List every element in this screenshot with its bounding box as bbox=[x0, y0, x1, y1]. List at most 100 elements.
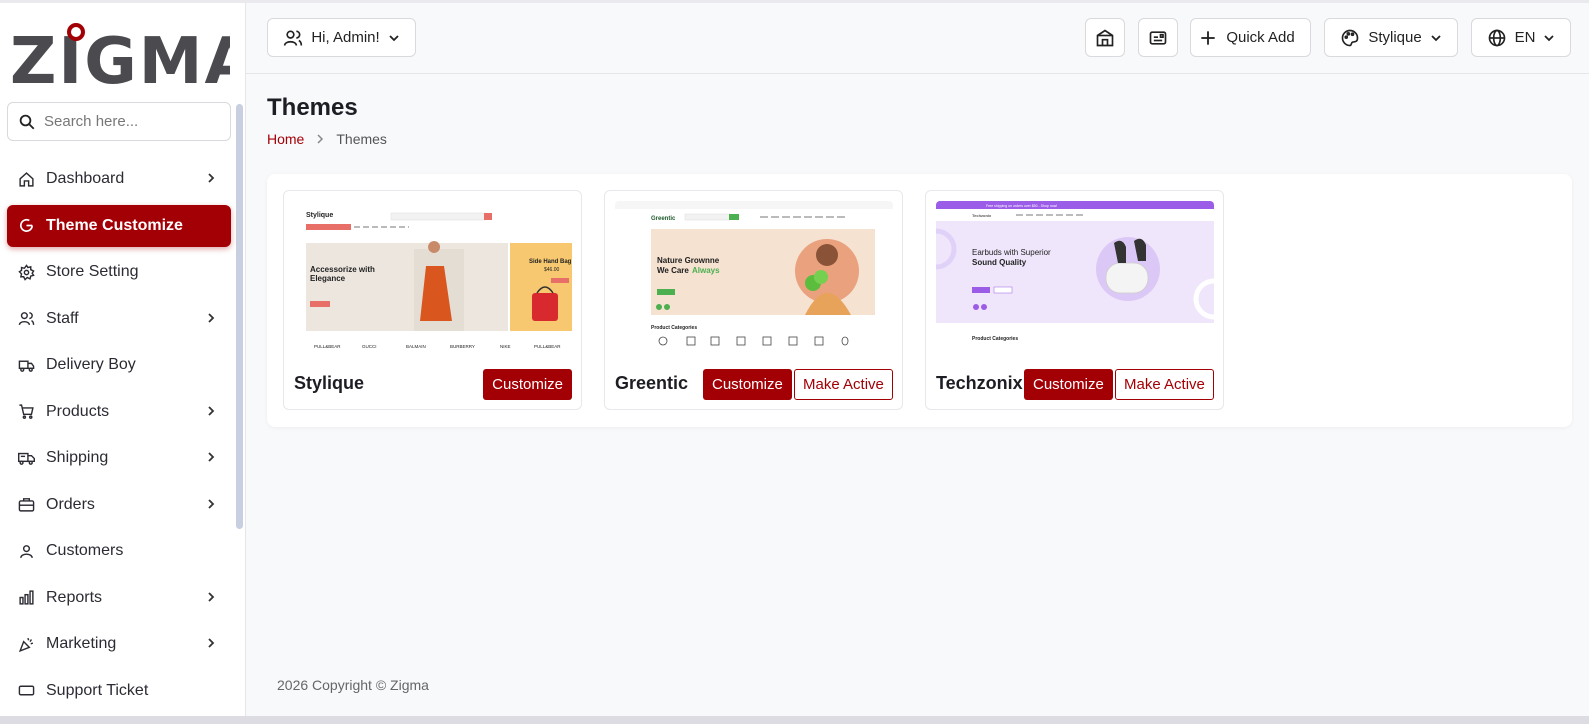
breadcrumb: Home Themes bbox=[267, 131, 387, 147]
svg-text:Elegance: Elegance bbox=[310, 274, 346, 283]
store-icon bbox=[1096, 28, 1114, 46]
chevron-down-icon bbox=[1544, 34, 1555, 41]
users-icon bbox=[18, 312, 35, 326]
sidebar-item-customers[interactable]: Customers bbox=[7, 530, 231, 572]
shipping-truck-icon bbox=[18, 452, 35, 465]
svg-text:$46.00: $46.00 bbox=[544, 267, 560, 273]
sidebar-item-label: Orders bbox=[46, 495, 95, 513]
sidebar-item-reports[interactable]: Reports bbox=[7, 577, 231, 619]
theme-select[interactable]: Stylique bbox=[1324, 18, 1458, 57]
theme-preview-techzonix[interactable]: Free shipping on orders over $50 - Shop … bbox=[936, 201, 1214, 351]
svg-text:Side Hand Bag: Side Hand Bag bbox=[529, 259, 572, 265]
sidebar-item-label: Reports bbox=[46, 588, 103, 606]
search-icon bbox=[19, 114, 35, 129]
svg-text:Nature Grownne: Nature Grownne bbox=[657, 256, 720, 265]
bar-chart-icon bbox=[19, 590, 34, 605]
sidebar-item-label: Marketing bbox=[46, 635, 117, 652]
refresh-icon bbox=[19, 219, 34, 232]
plus-icon bbox=[1201, 30, 1215, 45]
card-icon bbox=[1149, 30, 1167, 45]
svg-text:We Care: We Care bbox=[657, 266, 689, 275]
sidebar-item-label: Theme Customize bbox=[46, 216, 183, 234]
chevron-right-icon bbox=[208, 452, 215, 462]
cart-icon bbox=[19, 404, 34, 419]
cache-button[interactable] bbox=[1138, 18, 1178, 57]
gear-icon bbox=[18, 263, 35, 281]
theme-name: Stylique bbox=[294, 373, 365, 393]
page-title: Themes bbox=[267, 94, 358, 121]
make-active-button-techzonix[interactable]: Make Active bbox=[1115, 369, 1214, 400]
home-icon bbox=[19, 171, 34, 187]
globe-icon bbox=[1488, 29, 1505, 46]
sidebar-item-label: Shipping bbox=[46, 449, 109, 466]
sidebar-item-label: Products bbox=[46, 402, 110, 420]
zigma-logo[interactable]: ZIGMA bbox=[10, 23, 245, 99]
ticket-icon bbox=[18, 685, 35, 696]
user-icon bbox=[20, 544, 33, 558]
theme-card-greentic: Greentic Nature Grownne We Care Always P… bbox=[604, 190, 903, 410]
top-header: Hi, Admin! Quick Add Stylique EN bbox=[246, 3, 1589, 74]
svg-text:PULL&BEAR: PULL&BEAR bbox=[534, 344, 561, 349]
make-active-button-greentic[interactable]: Make Active bbox=[794, 369, 893, 400]
sidebar: ZIGMA Dashboard Theme Customize Store Se… bbox=[0, 3, 246, 716]
sidebar-item-marketing[interactable]: Marketing bbox=[7, 623, 231, 665]
svg-text:GUCCI: GUCCI bbox=[362, 344, 377, 349]
admin-greeting: Hi, Admin! bbox=[311, 29, 380, 46]
theme-preview-greentic[interactable]: Greentic Nature Grownne We Care Always P… bbox=[615, 201, 893, 351]
sidebar-scrollbar[interactable] bbox=[236, 104, 243, 529]
search-input[interactable] bbox=[44, 113, 224, 130]
themes-panel: Stylique Accessorize with Elegance Side … bbox=[267, 174, 1572, 427]
theme-name: Techzonix bbox=[936, 373, 1023, 393]
language-select[interactable]: EN bbox=[1471, 18, 1571, 57]
sidebar-item-label: Store Setting bbox=[46, 263, 139, 280]
sidebar-item-staff[interactable]: Staff bbox=[7, 298, 231, 340]
sidebar-item-products[interactable]: Products bbox=[7, 391, 231, 433]
chevron-down-icon bbox=[1431, 34, 1441, 41]
search-box[interactable] bbox=[7, 102, 231, 141]
sidebar-item-theme-customize[interactable]: Theme Customize bbox=[7, 204, 231, 247]
sidebar-item-orders[interactable]: Orders bbox=[7, 484, 231, 526]
sidebar-item-dashboard[interactable]: Dashboard bbox=[7, 158, 231, 200]
svg-text:PULL&BEAR: PULL&BEAR bbox=[314, 344, 341, 349]
store-button[interactable] bbox=[1085, 18, 1125, 57]
chevron-right-icon bbox=[208, 591, 215, 602]
svg-text:NIKE: NIKE bbox=[500, 344, 511, 349]
sidebar-item-support-ticket[interactable]: Support Ticket bbox=[7, 670, 231, 712]
svg-text:BURBERRY: BURBERRY bbox=[450, 344, 475, 349]
breadcrumb-current: Themes bbox=[336, 131, 387, 147]
customize-button-techzonix[interactable]: Customize bbox=[1024, 369, 1113, 400]
svg-text:Sound Quality: Sound Quality bbox=[972, 258, 1027, 267]
sidebar-item-store-setting[interactable]: Store Setting bbox=[7, 251, 231, 293]
svg-text:BALMAIN: BALMAIN bbox=[406, 344, 426, 349]
chevron-down-icon bbox=[389, 34, 399, 41]
chevron-right-icon bbox=[208, 173, 215, 183]
theme-select-value: Stylique bbox=[1368, 29, 1422, 46]
sidebar-item-shipping[interactable]: Shipping bbox=[7, 437, 231, 479]
palette-icon bbox=[1342, 29, 1359, 46]
sidebar-item-label: Staff bbox=[46, 309, 79, 327]
svg-text:Earbuds with Superior: Earbuds with Superior bbox=[972, 248, 1051, 257]
truck-icon bbox=[18, 360, 35, 372]
quick-add-label: Quick Add bbox=[1226, 29, 1295, 46]
svg-text:Techzonix: Techzonix bbox=[972, 213, 992, 218]
customize-button-greentic[interactable]: Customize bbox=[703, 369, 792, 400]
theme-preview-stylique[interactable]: Stylique Accessorize with Elegance Side … bbox=[294, 201, 572, 351]
svg-text:Always: Always bbox=[692, 266, 720, 275]
chevron-right-icon bbox=[208, 638, 215, 648]
breadcrumb-home-link[interactable]: Home bbox=[267, 131, 304, 147]
users-icon bbox=[284, 29, 303, 46]
theme-name: Greentic bbox=[615, 373, 689, 393]
admin-menu-button[interactable]: Hi, Admin! bbox=[267, 18, 416, 57]
sidebar-nav: Dashboard Theme Customize Store Setting … bbox=[7, 158, 231, 716]
copyright-footer: 2026 Copyright © Zigma bbox=[277, 677, 429, 693]
quick-add-button[interactable]: Quick Add bbox=[1190, 18, 1311, 57]
svg-text:Product Categories: Product Categories bbox=[972, 336, 1018, 342]
chevron-right-icon bbox=[208, 312, 215, 323]
sidebar-item-delivery-boy[interactable]: Delivery Boy bbox=[7, 344, 231, 386]
customize-button-stylique[interactable]: Customize bbox=[483, 369, 572, 400]
svg-text:Product Categories: Product Categories bbox=[651, 325, 697, 331]
chevron-right-icon bbox=[208, 498, 215, 509]
theme-card-techzonix: Free shipping on orders over $50 - Shop … bbox=[925, 190, 1224, 410]
chevron-right-icon bbox=[317, 134, 324, 144]
theme-card-stylique: Stylique Accessorize with Elegance Side … bbox=[283, 190, 582, 410]
